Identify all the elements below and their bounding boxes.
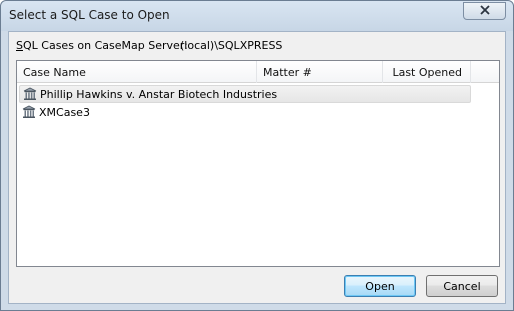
close-button[interactable] [463,2,506,20]
column-header-last-opened[interactable]: Last Opened [383,61,471,83]
column-header-filler [471,61,499,83]
case-list[interactable]: Case Name Matter # Last Opened Phillip H… [16,60,500,267]
server-value: (local)\SQLXPRESS [180,39,283,52]
building-icon [22,105,36,119]
list-item[interactable]: Phillip Hawkins v. Anstar Biotech Indust… [19,85,471,103]
column-header-case-name[interactable]: Case Name [17,61,257,83]
dialog-window: Select a SQL Case to Open SQL Cases on C… [0,0,514,311]
server-label: SQL Cases on CaseMap Server: [16,39,188,52]
open-button[interactable]: Open [344,275,416,297]
case-name: Phillip Hawkins v. Anstar Biotech Indust… [40,87,278,101]
window-title: Select a SQL Case to Open [9,8,170,22]
column-header-matter[interactable]: Matter # [257,61,383,83]
title-bar[interactable]: Select a SQL Case to Open [1,1,513,31]
building-icon [23,87,37,101]
close-icon [479,4,490,18]
list-header: Case Name Matter # Last Opened [17,61,499,83]
cancel-button[interactable]: Cancel [426,275,498,297]
case-name: XMCase3 [39,105,90,119]
dialog-client-area: SQL Cases on CaseMap Server: (local)\SQL… [8,31,506,304]
list-item[interactable]: XMCase3 [19,103,471,121]
